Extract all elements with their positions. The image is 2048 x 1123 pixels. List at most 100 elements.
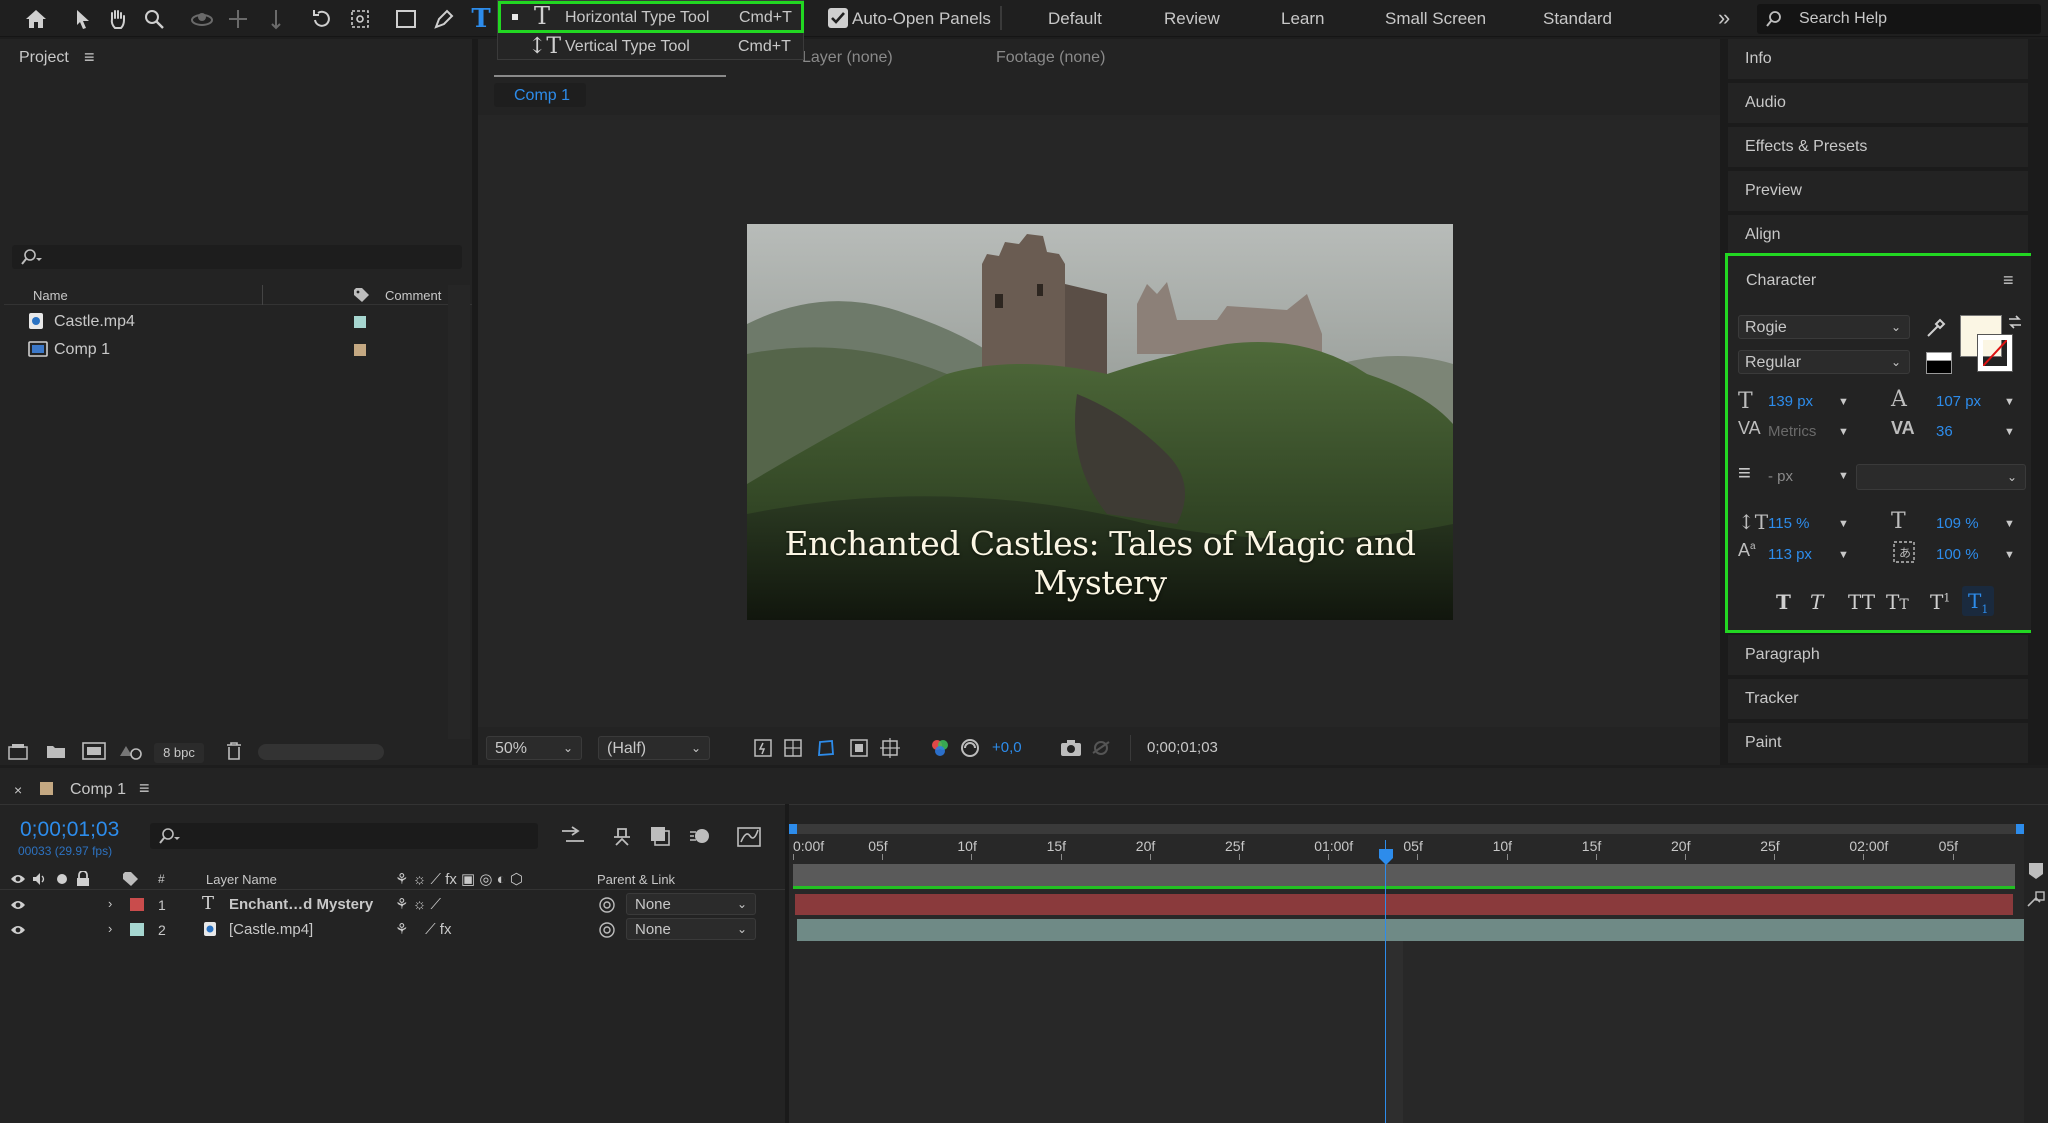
workspace-learn[interactable]: Learn	[1281, 9, 1324, 29]
pick-whip-icon[interactable]	[598, 896, 616, 914]
fast-previews-icon[interactable]	[754, 739, 772, 757]
project-search-input[interactable]	[12, 245, 462, 269]
time-ruler[interactable]: 0:00f 05f 10f 15f 20f 25f 01:00f 05f 10f 15f 20f 25…	[789, 838, 2024, 860]
faux-italic-button[interactable]: T	[1810, 590, 1823, 614]
layer-name[interactable]: Enchant…d Mystery	[229, 896, 373, 913]
comp-tab[interactable]: Comp 1	[494, 83, 586, 107]
layer-switches[interactable]: ⚘ ⟋ fx	[395, 920, 451, 938]
current-time-display[interactable]: 0;00;01;03	[1147, 739, 1218, 756]
paragraph-panel-header[interactable]: Paragraph	[1728, 635, 2028, 677]
kerning-value[interactable]: Metrics	[1768, 423, 1816, 440]
draft-3d-icon[interactable]	[610, 825, 634, 847]
menu-item-horizontal-type[interactable]: T Horizontal Type Tool Cmd+T	[498, 1, 804, 33]
project-item[interactable]: Comp 1	[4, 337, 464, 363]
layer-duration-bar[interactable]	[797, 919, 2025, 941]
kerning-arrow[interactable]: ▼	[1838, 426, 1849, 438]
title-text-layer[interactable]: Enchanted Castles: Tales of Magic and My…	[747, 524, 1453, 602]
menu-item-vertical-type[interactable]: ↕T Vertical Type Tool Cmd+T	[498, 34, 804, 61]
video-eye-icon[interactable]	[10, 899, 26, 911]
pen-icon[interactable]	[430, 5, 458, 33]
exposure-value[interactable]: +0,0	[992, 739, 1022, 756]
snapshot-camera-icon[interactable]	[1060, 738, 1082, 758]
col-parent-link[interactable]: Parent & Link	[597, 872, 675, 887]
work-area-range[interactable]	[793, 864, 2015, 886]
workspace-small-screen[interactable]: Small Screen	[1385, 9, 1486, 29]
adjust-settings-icon[interactable]	[118, 742, 144, 760]
project-title[interactable]: Project	[19, 49, 69, 67]
work-area-start[interactable]	[789, 824, 797, 834]
parent-dropdown[interactable]: None ⌄	[626, 918, 756, 940]
home-icon[interactable]	[22, 5, 50, 33]
tracker-panel-header[interactable]: Tracker	[1728, 679, 2028, 721]
superscript-button[interactable]: T1	[1930, 590, 1950, 614]
label-color-swatch[interactable]	[354, 344, 366, 356]
rectangle-icon[interactable]	[392, 5, 420, 33]
pan-icon[interactable]	[224, 5, 252, 33]
motion-blur-icon[interactable]	[688, 824, 712, 848]
project-scrollbar[interactable]	[448, 285, 470, 755]
interpret-footage-icon[interactable]	[8, 743, 30, 761]
auto-open-checkbox[interactable]	[828, 8, 848, 28]
expand-twirl-icon[interactable]: ›	[108, 896, 112, 911]
pick-whip-icon[interactable]	[598, 921, 616, 939]
timeline-tab-label[interactable]: Comp 1	[70, 781, 126, 799]
tracking-arrow[interactable]: ▼	[2004, 426, 2015, 438]
workspace-standard[interactable]: Standard	[1543, 9, 1612, 29]
expand-twirl-icon[interactable]: ›	[108, 921, 112, 936]
info-panel-header[interactable]: Info	[1728, 39, 2028, 81]
dolly-icon[interactable]	[262, 5, 290, 33]
auto-open-label[interactable]: Auto-Open Panels	[852, 9, 991, 29]
layer-switches[interactable]: ⚘ ☼ ⟋	[395, 895, 441, 913]
new-composition-icon[interactable]	[82, 742, 106, 760]
parent-dropdown[interactable]: None ⌄	[626, 893, 756, 915]
panel-menu-icon[interactable]: ≡	[84, 47, 95, 68]
stroke-color-swatch[interactable]	[1977, 334, 2013, 372]
stroke-width-arrow[interactable]: ▼	[1838, 470, 1849, 482]
font-style-dropdown[interactable]: Regular ⌄	[1738, 350, 1910, 374]
footage-tab[interactable]: Footage (none)	[996, 49, 1105, 67]
rotate-icon[interactable]	[308, 5, 336, 33]
tracking-value[interactable]: 36	[1936, 423, 1953, 440]
align-panel-header[interactable]: Align	[1728, 215, 2028, 257]
frame-blending-icon[interactable]	[648, 824, 672, 848]
audio-speaker-icon[interactable]	[32, 872, 48, 886]
font-size-arrow[interactable]: ▼	[1838, 396, 1849, 408]
video-eye-icon[interactable]	[10, 924, 26, 936]
baseline-shift-arrow[interactable]: ▼	[1838, 549, 1849, 561]
new-folder-icon[interactable]	[46, 743, 66, 759]
select-icon[interactable]	[70, 5, 96, 33]
region-of-interest-icon[interactable]	[850, 739, 868, 757]
eyedropper-icon[interactable]	[1924, 316, 1948, 340]
swap-colors-icon[interactable]	[2006, 313, 2024, 331]
workspace-default[interactable]: Default	[1048, 9, 1102, 29]
tsume-arrow[interactable]: ▼	[2004, 549, 2015, 561]
black-swatch[interactable]	[1926, 360, 1952, 374]
close-tab-icon[interactable]: ×	[14, 782, 22, 798]
project-item[interactable]: Castle.mp4	[4, 309, 467, 335]
font-family-dropdown[interactable]: Rogie ⌄	[1738, 315, 1910, 339]
video-eye-icon[interactable]	[10, 873, 26, 885]
comp-marker-icon[interactable]	[2028, 862, 2044, 880]
grid-guides-icon[interactable]	[880, 738, 900, 758]
timeline-graph[interactable]: 0:00f 05f 10f 15f 20f 25f 01:00f 05f 10f 15f 20f 25…	[789, 824, 2025, 1123]
workspace-review[interactable]: Review	[1164, 9, 1220, 29]
horizontal-scale-value[interactable]: 109 %	[1936, 515, 1979, 532]
playhead-icon[interactable]	[1378, 848, 1394, 866]
small-caps-button[interactable]: TT	[1886, 590, 1909, 614]
show-snapshot-icon[interactable]	[1090, 738, 1112, 758]
layer-tab[interactable]: Layer (none)	[802, 49, 893, 67]
panel-menu-icon[interactable]: ≡	[2003, 270, 2014, 291]
faux-bold-button[interactable]: T	[1776, 590, 1791, 614]
horizontal-scale-arrow[interactable]: ▼	[2004, 518, 2015, 530]
search-help-field[interactable]: Search Help	[1757, 4, 2041, 34]
transparency-grid-icon[interactable]	[784, 739, 802, 757]
right-scrollbar[interactable]	[2031, 39, 2048, 765]
leading-value[interactable]: 107 px	[1936, 393, 1981, 410]
resolution-dropdown[interactable]: (Half) ⌄	[598, 736, 710, 760]
zoom-icon[interactable]	[140, 5, 168, 33]
hand-icon[interactable]	[104, 5, 132, 33]
mask-visibility-icon[interactable]	[816, 738, 836, 758]
audio-panel-header[interactable]: Audio	[1728, 83, 2028, 125]
stroke-width-value[interactable]: - px	[1768, 468, 1793, 485]
comp-flowchart-icon[interactable]	[560, 825, 586, 847]
